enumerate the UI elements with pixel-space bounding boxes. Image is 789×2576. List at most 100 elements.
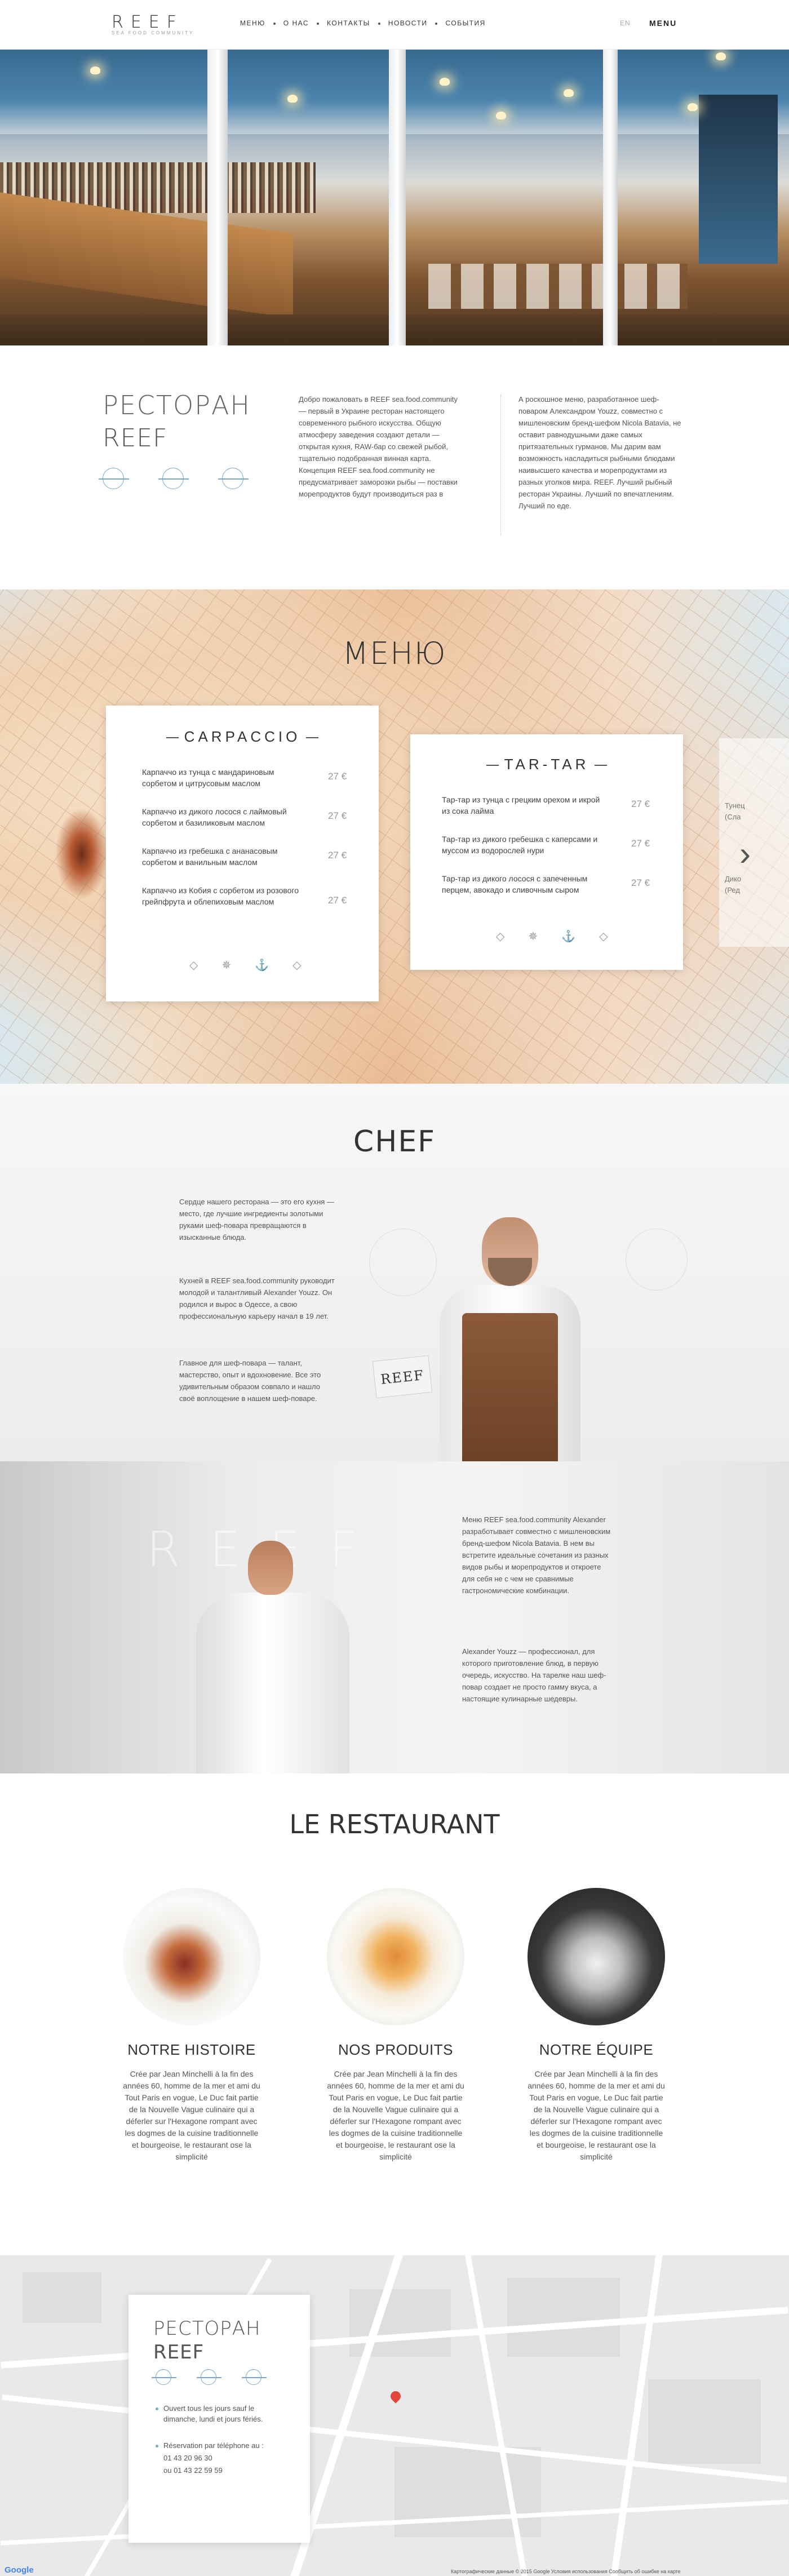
chef-paragraph: Главное для шеф-повара — талант, мастерс…: [179, 1359, 321, 1403]
opening-hours: dimanche, lundi et jours fériés.: [163, 2415, 263, 2423]
intro-title-brand: REEF: [103, 424, 168, 453]
dish-name: Тар-тар из дикого гребешка с каперсами и…: [442, 835, 598, 855]
dish-photo: [123, 1888, 260, 2025]
anchor-icon: ⚓: [561, 930, 576, 943]
dragon-fish-decoration: [51, 800, 113, 907]
intro-icons: [99, 468, 249, 489]
dish-name: Тар-тар из дикого лосося с запеченным пе…: [442, 874, 588, 894]
nav-item-about[interactable]: О НАС: [274, 19, 320, 27]
brand-chef-paragraph: Alexander Youzz — профессионал, для кото…: [462, 1647, 606, 1703]
circle-line-icon: [152, 2369, 176, 2385]
hero-tables: [428, 264, 688, 309]
dish-name-partial: (Ред: [725, 886, 740, 894]
hero-column: [207, 50, 228, 345]
diamond-icon: ◇: [189, 959, 198, 972]
section-text: Crée par Jean Minchelli à la fin des ann…: [528, 2069, 665, 2161]
menu-button[interactable]: MENU: [649, 19, 677, 28]
section-text: Crée par Jean Minchelli à la fin des ann…: [123, 2069, 260, 2161]
hero-column: [603, 50, 618, 345]
menu-card-tartar: TAR-TAR Тар-тар из тунца с грецким орехо…: [410, 734, 683, 970]
nav-item-contacts[interactable]: КОНТАКТЫ: [318, 19, 380, 27]
main-nav: МЕНЮ О НАС КОНТАКТЫ НОВОСТИ СОБЫТИЯ: [231, 19, 495, 27]
dish-name-partial: Дико: [725, 875, 742, 883]
map[interactable]: [0, 2255, 789, 2576]
chef-title: CHEF: [353, 1125, 436, 1159]
lamp-icon: [496, 112, 506, 119]
intro-title: РЕСТОРАН: [103, 390, 251, 420]
phone-number[interactable]: 01 43 20 96 30: [163, 2453, 212, 2463]
dish-name: Карпаччо из гребешка с ананасовым сорбет…: [142, 846, 278, 867]
dish-price: 27 €: [631, 877, 650, 888]
dish-price: 27 €: [631, 799, 650, 809]
hero-image: [0, 50, 789, 345]
diamond-icon: ◇: [599, 930, 608, 943]
brand-chef-head: [248, 1541, 293, 1595]
le-restaurant-title: LE RESTAURANT: [289, 1809, 500, 1839]
map-block: [507, 2278, 620, 2357]
bullet: [156, 2445, 158, 2448]
nav-item-menu[interactable]: МЕНЮ: [231, 19, 276, 27]
lamp-icon: [440, 78, 450, 86]
dish-name: Карпаччо из тунца с мандариновым сорбето…: [142, 768, 274, 788]
map-block: [648, 2379, 761, 2464]
circle-line-icon: [197, 2369, 221, 2385]
logo[interactable]: REEF: [112, 12, 184, 32]
map-block: [394, 2447, 541, 2537]
lamp-icon: [564, 89, 574, 97]
circle-line-icon: [99, 468, 129, 489]
decorative-circle: [626, 1229, 688, 1291]
dish-name: Карпаччо из Кобия с сорбетом из розового…: [142, 886, 299, 906]
nav-item-news[interactable]: НОВОСТИ: [379, 19, 438, 27]
brand-chef-section: [0, 1461, 789, 1774]
dish-price: 27 €: [328, 895, 347, 906]
phone-number[interactable]: ou 01 43 22 59 59: [163, 2465, 223, 2476]
team-photo: [528, 1888, 665, 2025]
chef-paragraph: Кухней в REEF sea.food.community руковод…: [179, 1276, 335, 1320]
circle-line-icon: [242, 2369, 267, 2385]
intro-text-col1: Добро пожаловать в REEF sea.food.communi…: [299, 395, 458, 498]
hero-window: [699, 95, 778, 264]
nav-item-events[interactable]: СОБЫТИЯ: [436, 19, 494, 27]
brand-chef-paragraph: Меню REEF sea.food.community Alexander р…: [462, 1515, 611, 1595]
menu-title: МЕНЮ: [342, 636, 447, 671]
opening-hours: Ouvert tous les jours sauf le: [163, 2404, 255, 2413]
anchor-icon: ⚓: [255, 959, 269, 972]
dish-price: 27 €: [328, 810, 347, 821]
site-header: REEF SEA FOOD COMMUNITY МЕНЮ О НАС КОНТА…: [0, 0, 789, 50]
circle-line-icon: [158, 468, 189, 489]
map-block: [23, 2272, 101, 2323]
lamp-icon: [688, 103, 698, 111]
sun-icon: ✵: [528, 930, 538, 943]
lamp-icon: [716, 52, 726, 60]
section-heading: NOTRE ÉQUIPE: [539, 2041, 654, 2058]
card-title: CARPACCIO: [106, 728, 379, 746]
decorative-circle: [369, 1229, 437, 1296]
contact-title: РЕСТОРАН: [153, 2317, 261, 2340]
dish-price: 27 €: [328, 850, 347, 861]
dish-name-partial: Тунец: [725, 801, 745, 810]
google-logo[interactable]: Google: [5, 2565, 34, 2575]
chevron-right-icon[interactable]: ›: [739, 834, 751, 873]
hero-column: [389, 50, 406, 345]
reef-sign: REEF: [372, 1355, 433, 1399]
diamond-icon: ◇: [292, 959, 302, 972]
card-icons: ◇ ✵ ⚓ ◇: [189, 958, 301, 972]
map-attribution[interactable]: Картографические данные © 2015 Google Ус…: [451, 2569, 681, 2574]
diamond-icon: ◇: [496, 930, 505, 943]
dish-price: 27 €: [631, 838, 650, 849]
menu-card-next-partial[interactable]: Тунец (Сла Дико (Ред: [719, 738, 789, 947]
section-heading: NOTRE HISTOIRE: [127, 2041, 256, 2058]
card-title: TAR-TAR: [410, 756, 683, 773]
dish-name: Карпаччо из дикого лосося с лаймовый сор…: [142, 807, 287, 827]
dish-price: 27 €: [328, 771, 347, 782]
section-heading: NOS PRODUITS: [338, 2041, 453, 2058]
logo-subtitle: SEA FOOD COMMUNITY: [112, 30, 194, 36]
contact-title-brand: REEF: [153, 2341, 205, 2364]
section-text: Crée par Jean Minchelli à la fin des ann…: [327, 2069, 464, 2161]
language-switch[interactable]: EN: [620, 19, 631, 27]
product-photo: [327, 1888, 464, 2025]
brand-chef-photo: [196, 1593, 349, 1774]
intro-text-col2: А роскошное меню, разработанное шеф-пова…: [518, 395, 681, 510]
card-icons: ◇ ✵ ⚓ ◇: [496, 929, 608, 943]
circle-line-icon: [218, 468, 249, 489]
